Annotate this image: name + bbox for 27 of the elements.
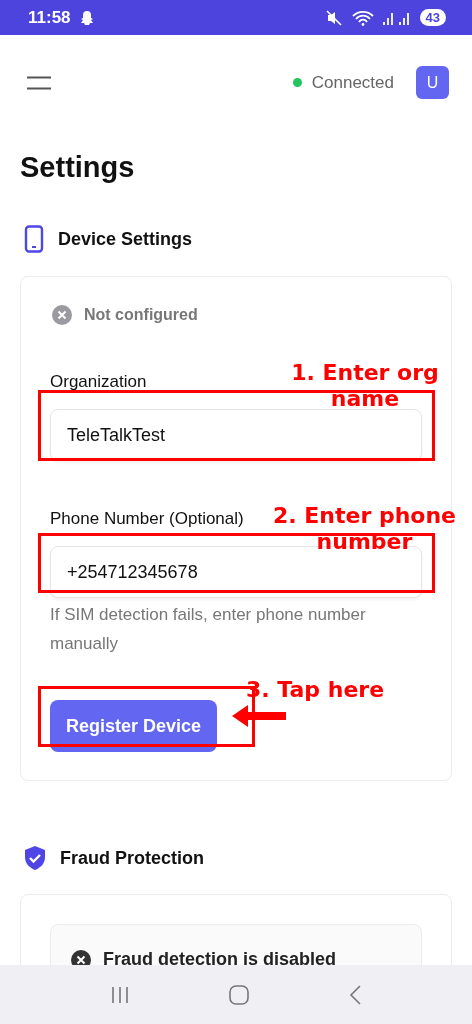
menu-icon[interactable] [27,75,51,90]
input-field[interactable]: TeleTalkTest [50,409,422,461]
annotation-label: 1. Enter org name [290,360,440,412]
arrow-icon [232,705,286,727]
wifi-icon [351,9,374,26]
page-title: Settings [20,150,136,185]
battery-indicator: 43 [419,9,446,26]
section-title: Fraud Protection [60,847,204,869]
avatar[interactable]: U [416,66,449,99]
status-text: Not configured [84,306,198,324]
field-label: Phone Number (Optional) [50,509,244,529]
ghost-icon [78,9,95,26]
connection-status: Connected [311,72,394,93]
home-icon[interactable] [229,984,249,1005]
mute-icon [325,9,344,26]
shield-check-icon [24,845,46,871]
helper-text: If SIM detection fails, enter phone number manually [50,604,367,655]
recent-apps-icon[interactable] [109,984,130,1005]
notice-text: Fraud detection is disabled [103,949,337,970]
section-title: Device Settings [58,228,193,250]
status-time: 11:58 [28,7,71,28]
signal-icon [381,10,412,25]
register-button[interactable]: Register Device [50,700,218,752]
phone-icon [24,225,44,253]
field-label: Organization [50,372,147,392]
back-icon[interactable] [348,984,363,1005]
close-circle-icon [52,305,72,325]
